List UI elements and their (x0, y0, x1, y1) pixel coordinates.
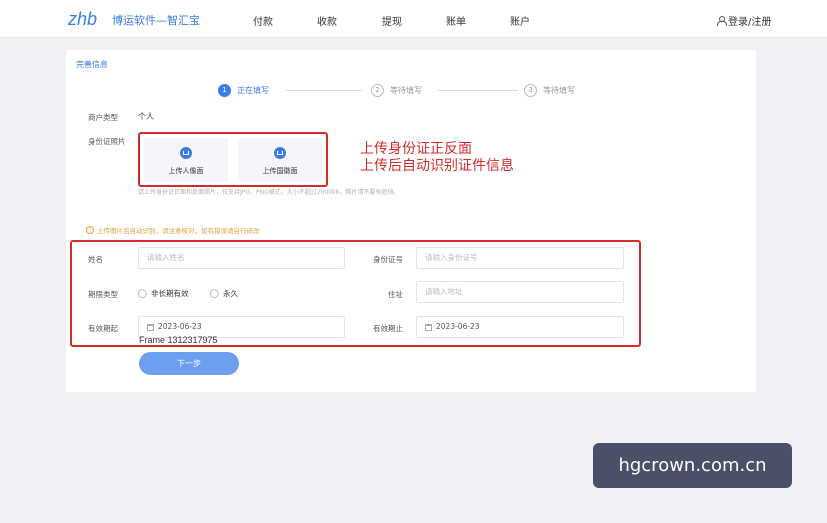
nav-item-receive[interactable]: 收款 (317, 13, 337, 28)
warning-text: 上传图片后自动识别，请注意核对，如有错误请自行修改 (97, 227, 260, 235)
step-1: 1 正在填写 (218, 84, 269, 97)
step-2-number: 2 (371, 84, 384, 97)
nav-item-account[interactable]: 账户 (510, 13, 530, 28)
nav-item-bill[interactable]: 账单 (446, 13, 466, 28)
brand-name: 博运软件—智汇宝 (112, 14, 200, 27)
step-connector (438, 90, 518, 91)
annotation-box-upload (138, 132, 328, 187)
step-3: 3 等待填写 (524, 84, 575, 97)
upload-hint: 请上传身份证正面和反面照片，仅支持JPG、PNG格式，大小不超过2000kb，照… (138, 189, 400, 196)
annotation-box-form (70, 240, 641, 347)
nav-item-withdraw[interactable]: 提现 (382, 13, 402, 28)
step-2-label: 等待填写 (390, 86, 422, 95)
top-navigation: zhb 博运软件—智汇宝 付款 收款 提现 账单 账户 登录/注册 (0, 0, 827, 38)
watermark: hgcrown.com.cn (593, 443, 792, 488)
login-register-label: 登录/注册 (728, 17, 772, 28)
logo[interactable]: zhb (68, 9, 97, 30)
merchant-type-label: 商户类型 (88, 113, 118, 122)
step-1-label: 正在填写 (237, 86, 269, 95)
login-register-link[interactable]: 登录/注册 (716, 13, 771, 28)
id-photo-label: 身份证照片 (88, 137, 126, 146)
step-3-number: 3 (524, 84, 537, 97)
step-1-number: 1 (218, 84, 231, 97)
step-connector (286, 90, 363, 91)
merchant-type-value: 个人 (138, 112, 154, 121)
card-title: 完善信息 (76, 60, 108, 69)
step-3-label: 等待填写 (543, 86, 575, 95)
warning-icon: ! (86, 226, 94, 234)
annotation-line-2: 上传后自动识别证件信息 (360, 158, 514, 174)
auto-recognition-warning: ! 上传图片后自动识别，请注意核对，如有错误请自行修改 (86, 225, 260, 235)
user-icon (716, 15, 727, 26)
next-step-button[interactable]: 下一步 (139, 352, 239, 375)
step-2: 2 等待填写 (371, 84, 422, 97)
nav-item-pay[interactable]: 付款 (253, 13, 273, 28)
